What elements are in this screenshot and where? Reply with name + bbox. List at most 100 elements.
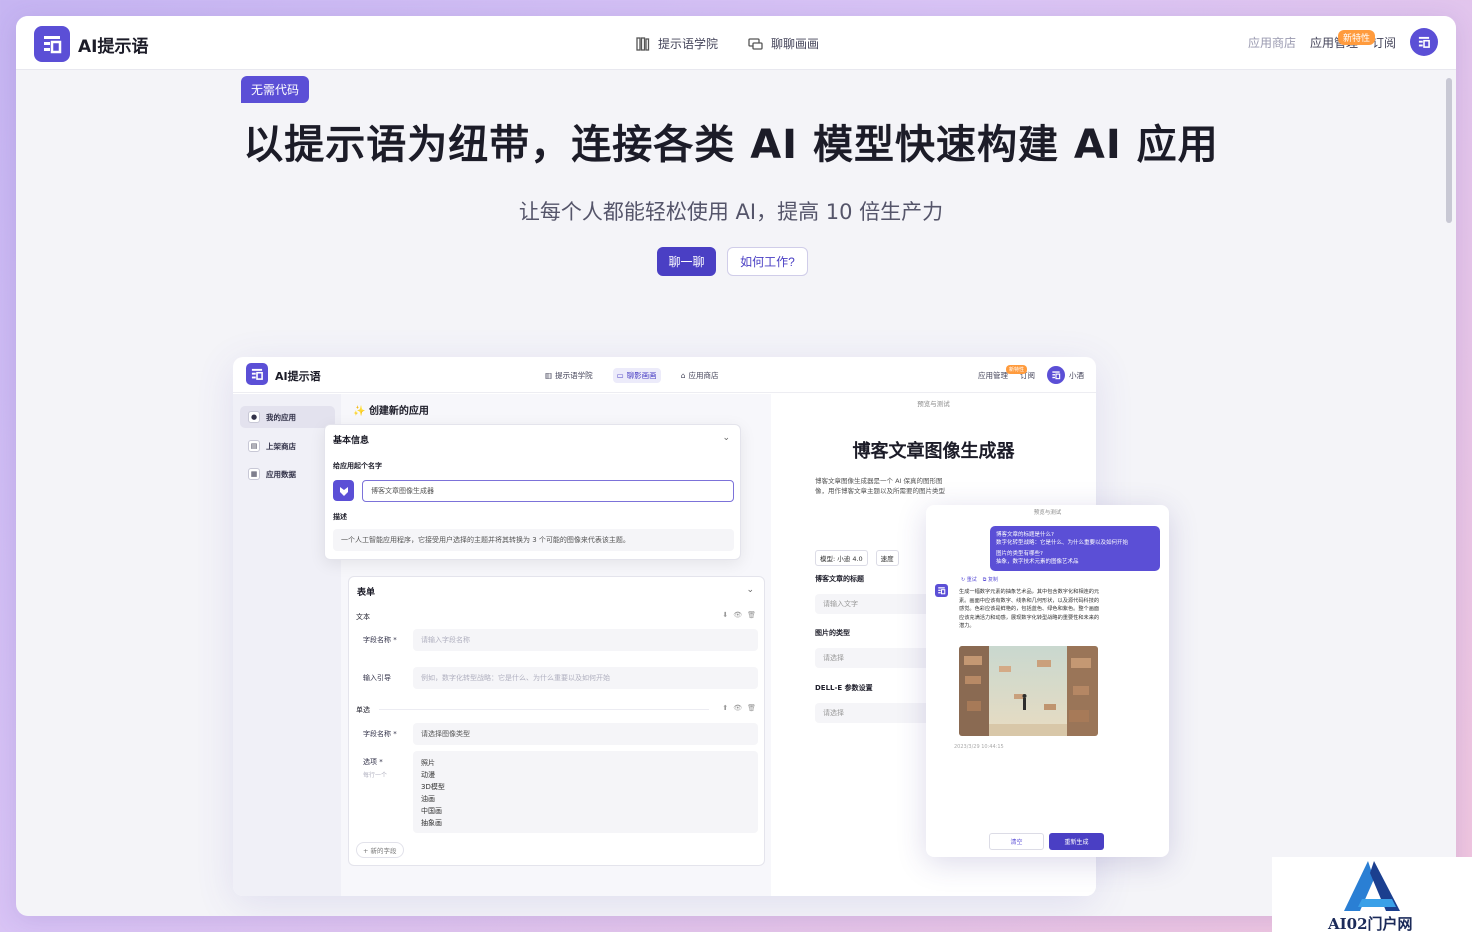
bot-reply: 生成一幅数字元素的抽象艺术品，其中包含数字化和相连的元素。画面中应该有数字、线条… <box>959 589 1100 629</box>
watermark-logo <box>1344 861 1400 911</box>
preview-navbar: AI提示语 ▥ 提示语学院 ▭ 聊影画画 ⌂ 应用商店 应用管理 新特性 订阅 小酒 <box>233 357 1096 393</box>
model-selector: 模型: 小迪 4.0 速度 <box>815 550 899 566</box>
sidebar-item-my-apps: ● 我的应用 <box>240 406 335 428</box>
preview-manage: 应用管理 新特性 <box>978 364 1028 381</box>
watermark-text: AI02门户网 <box>1328 915 1413 932</box>
avatar[interactable] <box>1410 28 1438 56</box>
no-code-tag: 无需代码 <box>241 76 310 103</box>
library-icon <box>636 36 650 51</box>
option-item: 照片 <box>421 759 435 767</box>
user-message-bubble: 博客文章的标题是什么? 数字化转型战略：它是什么、为什么重要以及如何开始 图片的… <box>990 526 1160 571</box>
how-it-works-button[interactable]: 如何工作? <box>727 247 808 276</box>
option-item: 抽象画 <box>421 819 442 827</box>
option-item: 中国画 <box>421 807 442 815</box>
options-hint: 每行一个 <box>363 772 388 779</box>
text-section-label: 文本 <box>356 613 370 621</box>
model-select: 模型: 小迪 4.0 <box>815 550 868 566</box>
nav-item-prompt-academy[interactable]: 提示语学院 <box>636 35 718 52</box>
sidebar-item-label: 应用数据 <box>266 469 296 479</box>
name-label: 给应用起个名字 <box>333 462 382 470</box>
top-navbar: AI提示语 提示语学院 聊聊画画 应用商店 应用管理 新特性 订阅 <box>16 16 1456 70</box>
generated-image <box>959 646 1098 736</box>
nav-app-store[interactable]: 应用商店 <box>1248 34 1296 51</box>
preview-user: 小酒 <box>1047 366 1084 384</box>
field-tools: ⬆ 👁 🗑 <box>722 704 756 712</box>
hero-subtitle: 让每个人都能轻松使用 AI，提高 10 倍生产力 <box>518 200 944 224</box>
hero-title: 以提示语为纽带，连接各类 AI 模型快速构建 AI 应用 <box>243 122 1219 168</box>
chat-caption: 预览与测试 <box>1033 510 1062 516</box>
nav-item-chat-draw[interactable]: 聊聊画画 <box>748 35 819 52</box>
chevron-down-icon: ⌄ <box>722 433 730 443</box>
divider <box>379 709 709 710</box>
preview-nav-label: 提示语学院 <box>555 371 593 380</box>
upload-icon: ⬆ <box>722 704 729 712</box>
app-description: 博客文章图像生成器是一个 AI 保真的图形图像，用作博客文章主题以及所需要的图片… <box>815 477 945 495</box>
preview-heading-text: 创建新的应用 <box>368 406 429 417</box>
eye-icon: 👁 <box>733 611 743 619</box>
preview-nav-academy: ▥ 提示语学院 <box>541 368 597 383</box>
nav-app-manage[interactable]: 应用管理 新特性 <box>1310 29 1375 51</box>
chart-icon: ▦ <box>248 468 260 480</box>
download-icon: ⬇ <box>722 611 729 619</box>
trash-icon: 🗑 <box>747 611 756 619</box>
preview-manage-label: 应用管理 <box>978 370 1008 380</box>
add-field-button: + 新的字段 <box>356 842 404 858</box>
user-message-line: 数字化转型战略：它是什么、为什么重要以及如何开始 <box>996 540 1129 546</box>
options-label: 选项 * <box>363 758 383 766</box>
new-feature-badge: 新特性 <box>1337 29 1375 45</box>
basic-info-card: 基本信息 ⌄ 给应用起个名字 博客文章图像生成器 描述 一个人工智能应用程序，它… <box>324 424 741 560</box>
radio-field-name-label: 字段名称 * <box>363 730 397 738</box>
regenerate-button: 重新生成 <box>1049 833 1104 850</box>
logo-icon[interactable] <box>34 26 70 62</box>
user-message-line: 博客文章的标题是什么? <box>996 532 1054 538</box>
clear-button: 清空 <box>989 833 1044 850</box>
form-card: 表单 ⌄ 文本 ⬇ 👁 🗑 字段名称 * 请输入字段名称 输入引导 例如，数字化转型… <box>348 576 765 866</box>
trash-icon: 🗑 <box>747 704 756 712</box>
store-icon: ▤ <box>248 440 260 452</box>
option-item: 动漫 <box>421 771 435 779</box>
guide-input: 例如，数字化转型战略：它是什么、为什么重要以及如何开始 <box>413 667 758 689</box>
options-textarea: 照片 动漫 3D模型 油画 中国画 抽象画 <box>413 751 758 833</box>
chat-icon <box>748 37 763 50</box>
chat-icon: ▭ <box>616 371 624 380</box>
preview-nav-store: ⌂ 应用商店 <box>677 368 723 383</box>
question-label: 博客文章的标题 <box>815 575 864 583</box>
preview-heading: ✨ 创建新的应用 <box>353 402 429 417</box>
preview-username: 小酒 <box>1069 370 1084 380</box>
retry-action: ↻ 重试 <box>961 577 977 583</box>
radio-field-name-input: 请选择图像类型 <box>413 723 758 745</box>
eye-icon: 👁 <box>733 704 743 712</box>
desc-label: 描述 <box>333 513 347 521</box>
question-label: 图片的类型 <box>815 629 850 637</box>
browser-window: AI提示语 提示语学院 聊聊画画 应用商店 应用管理 新特性 订阅 无需代码 以… <box>16 16 1456 916</box>
chevron-down-icon: ⌄ <box>746 585 754 595</box>
card-title: 基本信息 <box>333 436 370 446</box>
option-item: 3D模型 <box>421 783 445 791</box>
app-title: 博客文章图像生成器 <box>852 441 1015 462</box>
preview-nav: ▥ 提示语学院 ▭ 聊影画画 ⌂ 应用商店 <box>541 368 722 383</box>
message-timestamp: 2023/3/29 10:44:15 <box>954 744 1004 750</box>
field-name-input: 请输入字段名称 <box>413 629 758 651</box>
user-message-line: 图片的类型有哪些? <box>996 551 1043 557</box>
sidebar-item-label: 上架商店 <box>266 441 296 451</box>
preview-avatar <box>1047 366 1065 384</box>
preview-logo-text: AI提示语 <box>275 370 321 383</box>
nav-subscribe[interactable]: 订阅 <box>1372 34 1396 51</box>
nav-label: 提示语学院 <box>658 37 719 51</box>
chat-preview-panel: 预览与测试 博客文章的标题是什么? 数字化转型战略：它是什么、为什么重要以及如何… <box>926 505 1169 857</box>
sidebar-item-app-data: ▦ 应用数据 <box>240 463 335 485</box>
radio-section-label: 单选 <box>356 706 370 714</box>
user-icon: ● <box>248 411 260 423</box>
app-description-field: 一个人工智能应用程序，它接受用户选择的主题并将其转换为 3 个可能的图像来代表该… <box>333 529 734 551</box>
library-icon: ▥ <box>545 371 553 380</box>
logo-text[interactable]: AI提示语 <box>78 32 148 57</box>
app-name-input: 博客文章图像生成器 <box>362 480 734 502</box>
app-icon <box>333 480 354 501</box>
field-name-label: 字段名称 * <box>363 636 397 644</box>
page-scrollbar[interactable] <box>1446 78 1452 223</box>
sparkle-icon: ✨ <box>353 406 366 417</box>
preview-new-badge: 新特性 <box>1006 364 1028 374</box>
chat-button[interactable]: 聊一聊 <box>657 247 716 276</box>
copy-action: ⧉ 复制 <box>982 577 998 583</box>
chat-actions: ↻ 重试 ⧉ 复制 <box>961 576 998 583</box>
